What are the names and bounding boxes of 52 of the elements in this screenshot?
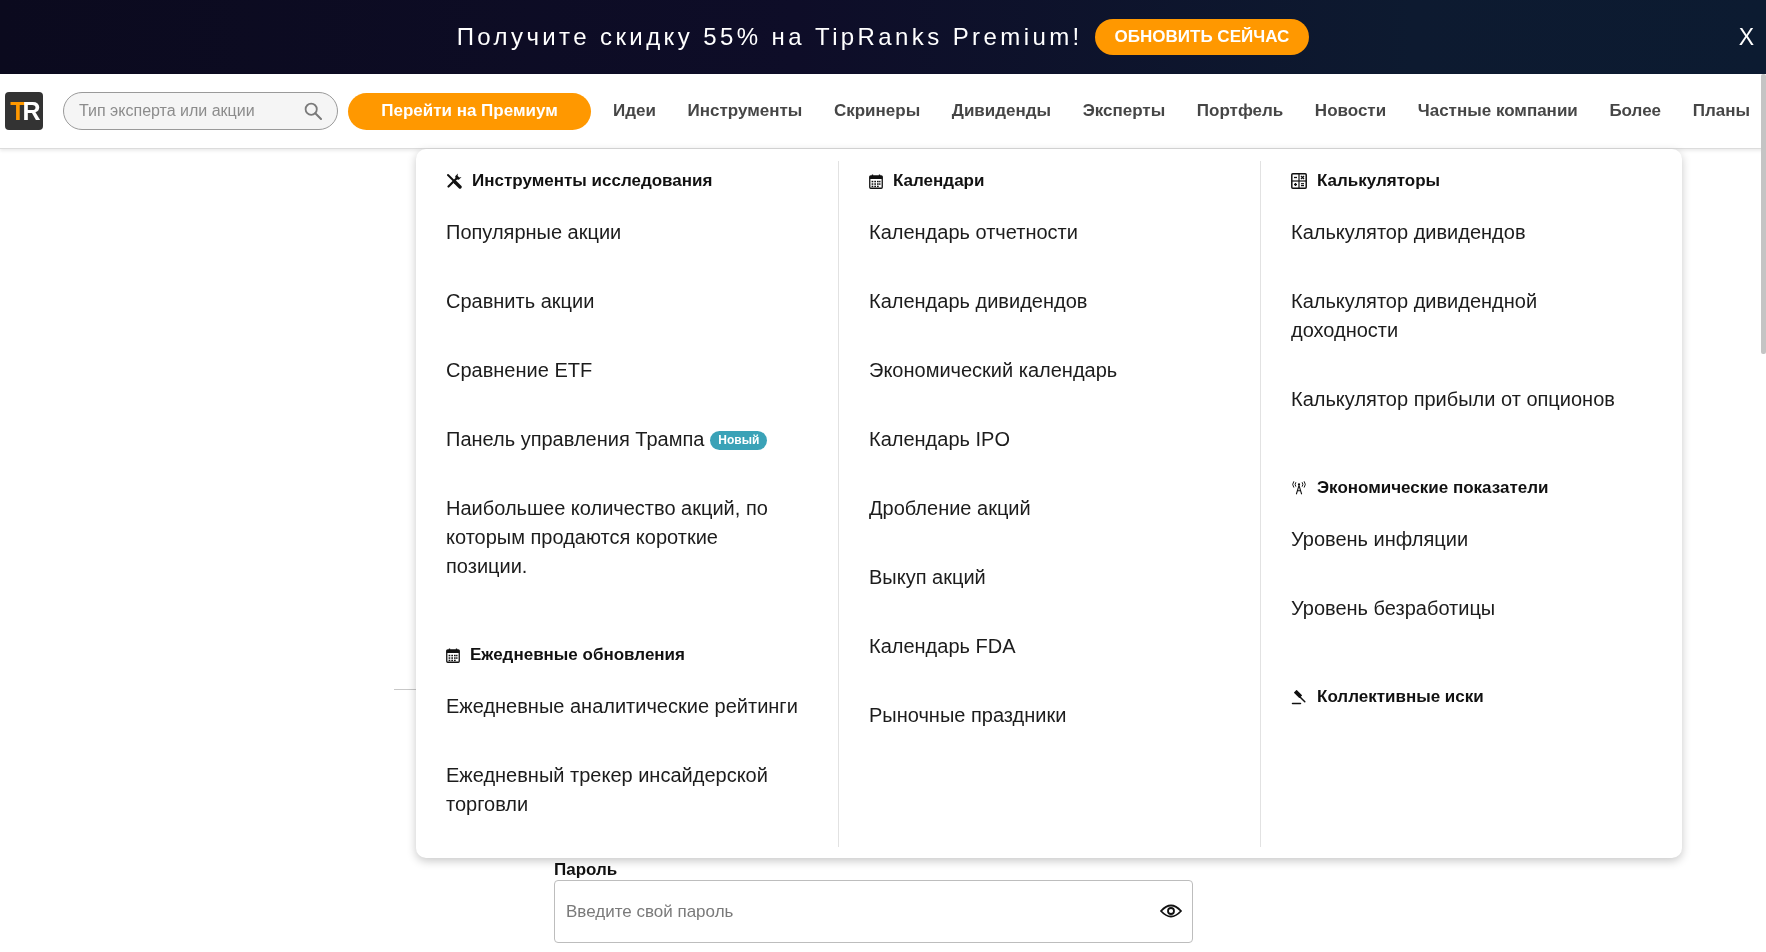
nav-link[interactable]: Портфель	[1196, 101, 1284, 121]
search-icon[interactable]	[304, 102, 322, 120]
menu-item[interactable]: Календарь IPO	[869, 425, 1010, 454]
scrollbar-thumb[interactable]	[1761, 74, 1766, 354]
gavel-icon	[1291, 689, 1307, 705]
menu-item[interactable]: Панель управления Трампа Новый	[446, 425, 768, 454]
menu-item[interactable]: Сравнение ETF	[446, 356, 593, 385]
tools-icon	[446, 173, 462, 189]
menu-item[interactable]: Календарь отчетности	[869, 218, 1078, 247]
menu-item[interactable]: Выкуп акций	[869, 563, 986, 592]
password-field[interactable]: Введите свой пароль	[554, 880, 1193, 943]
logo[interactable]: TR	[5, 92, 43, 130]
menu-item[interactable]: Дробление акций	[869, 494, 1031, 523]
nav-link[interactable]: Планы	[1692, 101, 1750, 121]
menu-item[interactable]: Рыночные праздники	[869, 701, 1067, 730]
menu-item[interactable]: Уровень инфляции	[1291, 525, 1469, 554]
nav-link[interactable]: Частные компании	[1417, 101, 1578, 121]
eye-icon[interactable]	[1160, 904, 1182, 918]
section-title: Калькуляторы	[1317, 171, 1441, 191]
menu-item[interactable]: Уровень безработицы	[1291, 594, 1496, 623]
label-badge: Новый	[710, 431, 768, 450]
menu-item[interactable]: Ежедневный трекер инсайдерской торговли	[446, 761, 801, 819]
menu-item[interactable]: Калькулятор дивидендов	[1291, 218, 1526, 247]
nav-link[interactable]: Скринеры	[833, 101, 921, 121]
nav-link[interactable]: Более	[1609, 101, 1662, 121]
section-title: Календари	[893, 171, 985, 191]
antenna-icon	[1291, 480, 1307, 496]
menu-item[interactable]: Популярные акции	[446, 218, 622, 247]
close-button[interactable]: X	[1734, 21, 1758, 53]
menu-item[interactable]: Ежедневные аналитические рейтинги	[446, 692, 798, 721]
calendar-icon	[869, 173, 883, 189]
calendar-icon	[446, 647, 460, 663]
menu-item[interactable]: Калькулятор прибыли от опционов	[1291, 385, 1615, 414]
menu-item[interactable]: Наибольшее количество акций, по которым продаются короткие позиции.	[446, 494, 801, 581]
section-title: Коллективные иски	[1317, 687, 1484, 707]
nav-link[interactable]: Дивиденды	[951, 101, 1052, 121]
field-label: Пароль	[554, 860, 618, 880]
calculator-icon	[1291, 173, 1307, 189]
section-title: Инструменты исследования	[472, 171, 713, 191]
section-title: Ежедневные обновления	[470, 645, 685, 665]
nav-link[interactable]: Инструменты	[687, 101, 803, 121]
nav-link[interactable]: Эксперты	[1082, 101, 1166, 121]
menu-item[interactable]: Сравнить акции	[446, 287, 595, 316]
nav-link[interactable]: Идеи	[613, 101, 656, 121]
section-title: Экономические показатели	[1317, 478, 1549, 498]
menu-item[interactable]: Экономический календарь	[869, 356, 1118, 385]
menu-item[interactable]: Календарь FDA	[869, 632, 1016, 661]
menu-item[interactable]: Калькулятор дивидендной доходности	[1291, 287, 1631, 345]
menu-item[interactable]: Календарь дивидендов	[869, 287, 1088, 316]
promo-text: Получите скидку 55% на TipRanks Premium!	[456, 23, 1083, 51]
search-field[interactable]: Тип эксперта или акции	[63, 92, 338, 130]
nav-link[interactable]: Новости	[1314, 101, 1387, 121]
